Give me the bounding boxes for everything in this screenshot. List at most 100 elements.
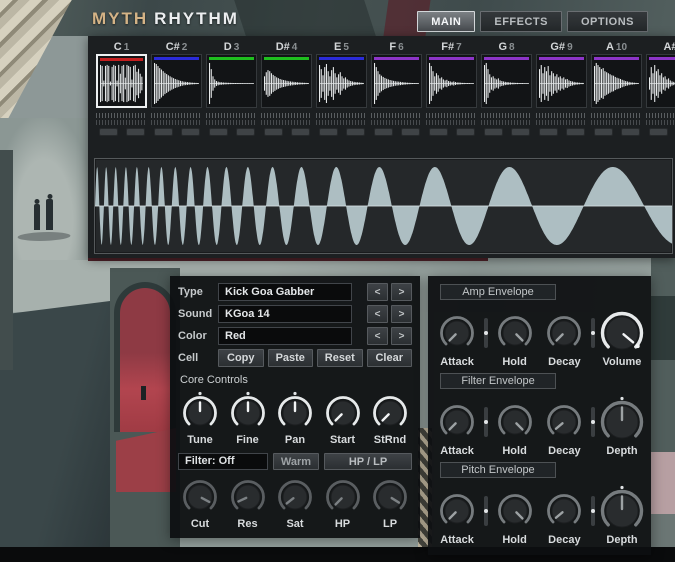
cell-thumbnail[interactable] [646, 54, 675, 108]
cell-thumbnail[interactable] [316, 54, 367, 108]
type-value[interactable]: Kick Goa Gabber [218, 283, 352, 301]
knob-sat-control[interactable] [276, 472, 314, 518]
cell-thumbnail[interactable] [426, 54, 477, 108]
paste-button[interactable]: Paste [268, 349, 314, 367]
cell-fs7[interactable]: F#7 [426, 40, 477, 136]
knob-hold-control[interactable] [496, 484, 534, 534]
knob-attack-control[interactable] [438, 306, 476, 356]
cell-mini-button-b[interactable] [346, 128, 365, 136]
cell-mini-button-a[interactable] [649, 128, 668, 136]
cell-thumbnail[interactable] [536, 54, 587, 108]
cell-mini-button-b[interactable] [291, 128, 310, 136]
waveform-display[interactable] [94, 158, 673, 254]
knob-depth-control[interactable] [599, 484, 645, 534]
knob-decay-control[interactable] [545, 484, 583, 534]
cell-cs2[interactable]: C#2 [151, 40, 202, 136]
knob-cut-control[interactable] [181, 472, 219, 518]
knob-strnd-control[interactable] [371, 388, 409, 434]
type-next-button[interactable]: > [391, 283, 412, 301]
knob-lp-control[interactable] [371, 472, 409, 518]
cell-mini-button-a[interactable] [264, 128, 283, 136]
mod-slider[interactable] [484, 318, 488, 348]
knob-hold-control[interactable] [496, 395, 534, 445]
cell-mini-button-a[interactable] [319, 128, 338, 136]
cell-mini-button-a[interactable] [374, 128, 393, 136]
cell-mini-button-a[interactable] [539, 128, 558, 136]
cell-e5[interactable]: E5 [316, 40, 367, 136]
knob-fine-control[interactable] [229, 388, 267, 434]
cell-mini-button-b[interactable] [456, 128, 475, 136]
knob-volume: Volume [599, 306, 645, 368]
clear-button[interactable]: Clear [367, 349, 413, 367]
color-next-button[interactable]: > [391, 327, 412, 345]
cell-thumbnail[interactable] [206, 54, 257, 108]
mod-slider[interactable] [484, 496, 488, 526]
cell-thumbnail[interactable] [371, 54, 422, 108]
cell-c1[interactable]: C1 [96, 40, 147, 136]
cell-mini-button-b[interactable] [126, 128, 145, 136]
cell-mini-button-a[interactable] [594, 128, 613, 136]
color-value[interactable]: Red [218, 327, 352, 345]
cell-mini-button-b[interactable] [621, 128, 640, 136]
knob-start-control[interactable] [324, 388, 362, 434]
cell-mini-button-b[interactable] [566, 128, 585, 136]
color-prev-button[interactable]: < [367, 327, 388, 345]
knob-depth-control[interactable] [599, 395, 645, 445]
cell-mini-button-a[interactable] [154, 128, 173, 136]
mod-slider[interactable] [591, 496, 595, 526]
filter-envelope-header[interactable]: Filter Envelope [440, 373, 556, 389]
knob-tune-control[interactable] [181, 388, 219, 434]
cell-thumbnail[interactable] [591, 54, 642, 108]
tab-effects[interactable]: EFFECTS [480, 11, 562, 32]
cell-mini-button-b[interactable] [181, 128, 200, 136]
cell-g8[interactable]: G8 [481, 40, 532, 136]
type-prev-button[interactable]: < [367, 283, 388, 301]
amp-envelope-header[interactable]: Amp Envelope [440, 284, 556, 300]
reset-button[interactable]: Reset [317, 349, 363, 367]
cell-thumbnail[interactable] [96, 54, 147, 108]
mod-slider[interactable] [484, 407, 488, 437]
sound-value[interactable]: KGoa 14 [218, 305, 352, 323]
cell-tick-meter [151, 113, 202, 125]
tab-options[interactable]: OPTIONS [567, 11, 648, 32]
filter-mode-display[interactable]: Filter: Off [178, 453, 268, 470]
cell-mini-button-a[interactable] [484, 128, 503, 136]
cell-thumbnail[interactable] [151, 54, 202, 108]
knob-attack: Attack [434, 484, 480, 546]
knob-hold-control[interactable] [496, 306, 534, 356]
mod-slider[interactable] [591, 407, 595, 437]
sound-prev-button[interactable]: < [367, 305, 388, 323]
cell-thumbnail[interactable] [481, 54, 532, 108]
plugin-window: MYTHRHYTHM MAINEFFECTSOPTIONS C1C#2D3D#4… [0, 0, 675, 562]
pitch-envelope-header[interactable]: Pitch Envelope [440, 462, 556, 478]
knob-attack-control[interactable] [438, 484, 476, 534]
cell-f6[interactable]: F6 [371, 40, 422, 136]
knob-hp-control[interactable] [324, 472, 362, 518]
cell-mini-button-a[interactable] [209, 128, 228, 136]
knob-decay-control[interactable] [545, 395, 583, 445]
knob-label: Hold [502, 356, 526, 368]
cell-gs9[interactable]: G#9 [536, 40, 587, 136]
knob-decay-control[interactable] [545, 306, 583, 356]
sound-next-button[interactable]: > [391, 305, 412, 323]
knob-res-control[interactable] [229, 472, 267, 518]
cell-mini-button-b[interactable] [511, 128, 530, 136]
cell-mini-button-a[interactable] [99, 128, 118, 136]
tab-main[interactable]: MAIN [417, 11, 475, 32]
cell-mini-button-a[interactable] [429, 128, 448, 136]
cell-ds4[interactable]: D#4 [261, 40, 312, 136]
cell-thumbnail[interactable] [261, 54, 312, 108]
cell-a10[interactable]: A10 [591, 40, 642, 136]
cell-mini-button-b[interactable] [236, 128, 255, 136]
mod-slider[interactable] [591, 318, 595, 348]
knob-pan-control[interactable] [276, 388, 314, 434]
copy-button[interactable]: Copy [218, 349, 264, 367]
cell-d3[interactable]: D3 [206, 40, 257, 136]
cell-as[interactable]: A# [646, 40, 675, 136]
knob-volume-control[interactable] [599, 306, 645, 356]
knob-attack-control[interactable] [438, 395, 476, 445]
warm-button[interactable]: Warm [273, 453, 319, 470]
knob-label: Depth [606, 445, 637, 457]
hp-lp-button[interactable]: HP / LP [324, 453, 412, 470]
cell-mini-button-b[interactable] [401, 128, 420, 136]
